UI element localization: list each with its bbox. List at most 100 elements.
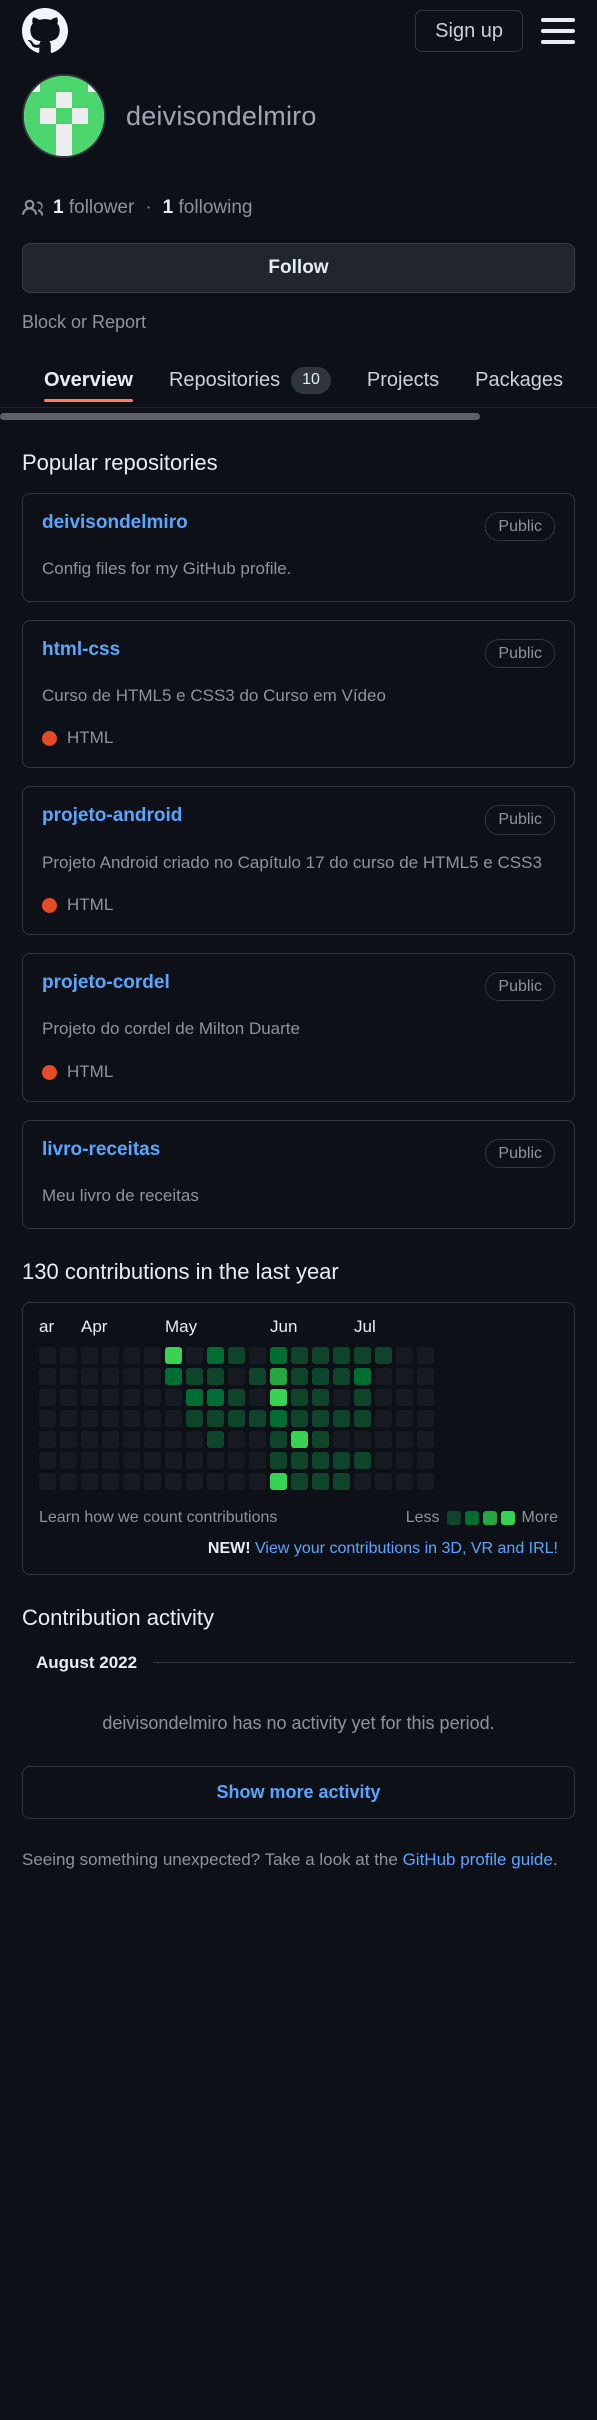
- calendar-day-cell[interactable]: [270, 1388, 287, 1406]
- contributions-3d-link[interactable]: View your contributions in 3D, VR and IR…: [255, 1540, 558, 1557]
- identicon-avatar[interactable]: [22, 74, 106, 158]
- calendar-day-cell[interactable]: [123, 1430, 140, 1448]
- calendar-day-cell[interactable]: [396, 1451, 413, 1469]
- calendar-day-cell[interactable]: [102, 1346, 119, 1364]
- calendar-day-cell[interactable]: [291, 1409, 308, 1427]
- calendar-day-cell[interactable]: [417, 1409, 434, 1427]
- calendar-day-cell[interactable]: [354, 1430, 371, 1448]
- calendar-day-cell[interactable]: [165, 1451, 182, 1469]
- hamburger-menu-icon[interactable]: [541, 17, 575, 45]
- calendar-day-cell[interactable]: [249, 1388, 266, 1406]
- calendar-day-cell[interactable]: [375, 1409, 392, 1427]
- calendar-day-cell[interactable]: [207, 1409, 224, 1427]
- repo-name-link[interactable]: projeto-android: [42, 805, 182, 827]
- calendar-day-cell[interactable]: [165, 1367, 182, 1385]
- tab-repositories[interactable]: Repositories 10: [151, 367, 349, 407]
- calendar-day-cell[interactable]: [186, 1430, 203, 1448]
- follow-button[interactable]: Follow: [22, 243, 575, 293]
- calendar-day-cell[interactable]: [312, 1388, 329, 1406]
- calendar-day-cell[interactable]: [39, 1409, 56, 1427]
- following-stat[interactable]: 1 following: [163, 197, 253, 219]
- calendar-day-cell[interactable]: [81, 1388, 98, 1406]
- calendar-day-cell[interactable]: [60, 1388, 77, 1406]
- github-mark-icon[interactable]: [22, 8, 68, 54]
- repo-name-link[interactable]: projeto-cordel: [42, 972, 170, 994]
- calendar-day-cell[interactable]: [333, 1409, 350, 1427]
- calendar-day-cell[interactable]: [396, 1430, 413, 1448]
- calendar-day-cell[interactable]: [417, 1388, 434, 1406]
- calendar-day-cell[interactable]: [333, 1430, 350, 1448]
- calendar-day-cell[interactable]: [312, 1430, 329, 1448]
- calendar-day-cell[interactable]: [417, 1430, 434, 1448]
- calendar-day-cell[interactable]: [354, 1451, 371, 1469]
- calendar-day-cell[interactable]: [144, 1409, 161, 1427]
- nav-scrollbar-track[interactable]: [0, 412, 597, 420]
- calendar-day-cell[interactable]: [123, 1367, 140, 1385]
- followers-stat[interactable]: 1 follower: [53, 197, 134, 219]
- calendar-day-cell[interactable]: [39, 1388, 56, 1406]
- repo-card[interactable]: projeto-cordel Public Projeto do cordel …: [22, 953, 575, 1103]
- calendar-day-cell[interactable]: [249, 1472, 266, 1490]
- calendar-day-cell[interactable]: [291, 1346, 308, 1364]
- calendar-day-cell[interactable]: [354, 1346, 371, 1364]
- calendar-day-cell[interactable]: [207, 1430, 224, 1448]
- github-profile-guide-link[interactable]: GitHub profile guide: [403, 1850, 553, 1869]
- calendar-day-cell[interactable]: [375, 1388, 392, 1406]
- calendar-day-cell[interactable]: [291, 1451, 308, 1469]
- calendar-day-cell[interactable]: [186, 1367, 203, 1385]
- calendar-day-cell[interactable]: [312, 1451, 329, 1469]
- tab-overview[interactable]: Overview: [22, 369, 151, 405]
- calendar-day-cell[interactable]: [81, 1409, 98, 1427]
- calendar-day-cell[interactable]: [207, 1346, 224, 1364]
- repo-name-link[interactable]: deivisondelmiro: [42, 512, 188, 534]
- calendar-day-cell[interactable]: [123, 1346, 140, 1364]
- calendar-day-cell[interactable]: [165, 1346, 182, 1364]
- calendar-day-cell[interactable]: [144, 1367, 161, 1385]
- calendar-day-cell[interactable]: [228, 1367, 245, 1385]
- calendar-day-cell[interactable]: [228, 1409, 245, 1427]
- calendar-day-cell[interactable]: [396, 1388, 413, 1406]
- calendar-day-cell[interactable]: [417, 1346, 434, 1364]
- calendar-day-cell[interactable]: [396, 1367, 413, 1385]
- calendar-day-cell[interactable]: [207, 1388, 224, 1406]
- calendar-day-cell[interactable]: [270, 1472, 287, 1490]
- calendar-day-cell[interactable]: [312, 1346, 329, 1364]
- calendar-day-cell[interactable]: [186, 1388, 203, 1406]
- calendar-day-cell[interactable]: [228, 1472, 245, 1490]
- block-or-report-link[interactable]: Block or Report: [22, 312, 575, 333]
- calendar-day-cell[interactable]: [417, 1367, 434, 1385]
- calendar-day-cell[interactable]: [249, 1409, 266, 1427]
- calendar-day-cell[interactable]: [165, 1409, 182, 1427]
- calendar-day-cell[interactable]: [417, 1472, 434, 1490]
- calendar-day-cell[interactable]: [144, 1451, 161, 1469]
- calendar-day-cell[interactable]: [102, 1472, 119, 1490]
- repo-card[interactable]: deivisondelmiro Public Config files for …: [22, 492, 575, 602]
- calendar-day-cell[interactable]: [291, 1430, 308, 1448]
- calendar-day-cell[interactable]: [60, 1451, 77, 1469]
- calendar-day-cell[interactable]: [354, 1388, 371, 1406]
- calendar-day-cell[interactable]: [81, 1346, 98, 1364]
- tab-projects[interactable]: Projects: [349, 369, 457, 405]
- calendar-day-cell[interactable]: [39, 1430, 56, 1448]
- calendar-day-cell[interactable]: [123, 1472, 140, 1490]
- calendar-day-cell[interactable]: [291, 1367, 308, 1385]
- calendar-day-cell[interactable]: [417, 1451, 434, 1469]
- calendar-day-cell[interactable]: [249, 1430, 266, 1448]
- calendar-day-cell[interactable]: [102, 1430, 119, 1448]
- repo-card[interactable]: html-css Public Curso de HTML5 e CSS3 do…: [22, 619, 575, 769]
- calendar-day-cell[interactable]: [375, 1346, 392, 1364]
- calendar-day-cell[interactable]: [333, 1388, 350, 1406]
- calendar-day-cell[interactable]: [102, 1388, 119, 1406]
- calendar-day-cell[interactable]: [270, 1367, 287, 1385]
- calendar-day-cell[interactable]: [270, 1409, 287, 1427]
- calendar-day-cell[interactable]: [249, 1346, 266, 1364]
- calendar-day-cell[interactable]: [333, 1367, 350, 1385]
- repo-name-link[interactable]: html-css: [42, 639, 120, 661]
- calendar-day-cell[interactable]: [123, 1388, 140, 1406]
- calendar-day-cell[interactable]: [144, 1430, 161, 1448]
- calendar-day-cell[interactable]: [102, 1367, 119, 1385]
- calendar-day-cell[interactable]: [354, 1472, 371, 1490]
- calendar-day-cell[interactable]: [354, 1409, 371, 1427]
- calendar-day-cell[interactable]: [354, 1367, 371, 1385]
- calendar-day-cell[interactable]: [60, 1430, 77, 1448]
